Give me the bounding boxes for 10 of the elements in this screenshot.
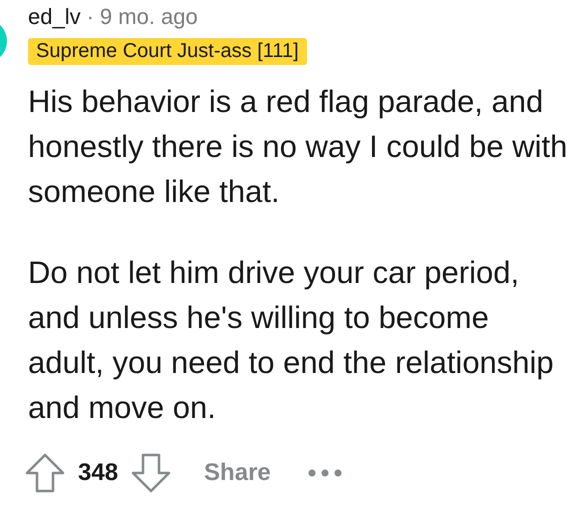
username[interactable]: ed_lv [28,4,81,30]
vote-count: 348 [78,459,118,487]
comment-paragraph: His behavior is a red flag parade, and honestly there is no way I could be with someone like that. [28,83,568,211]
comment-paragraph: Do not let him drive your car period, and unless he's willing to become adult, you need to end the relationship and move on. [28,254,555,427]
user-flair: Supreme Court Just-ass [111] [28,38,307,65]
separator-dot: · [86,4,94,30]
timestamp: 9 mo. ago [100,4,198,30]
downvote-icon[interactable] [130,452,172,494]
more-options-icon[interactable] [306,468,343,478]
upvote-icon[interactable] [24,452,66,494]
